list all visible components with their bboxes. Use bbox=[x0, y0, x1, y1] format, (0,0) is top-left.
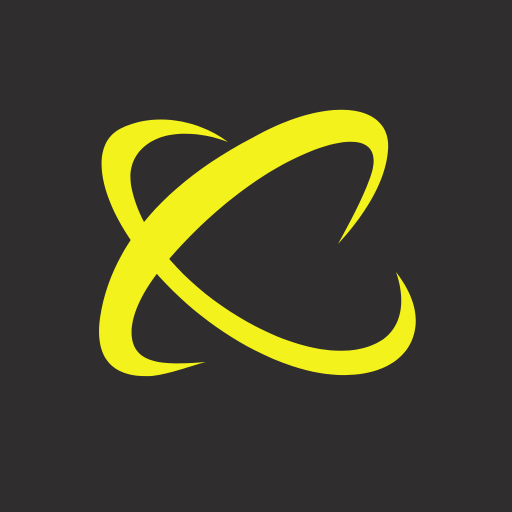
icon-background bbox=[0, 0, 512, 512]
app-icon bbox=[0, 0, 512, 512]
orbit-x-logo-icon bbox=[0, 0, 512, 512]
